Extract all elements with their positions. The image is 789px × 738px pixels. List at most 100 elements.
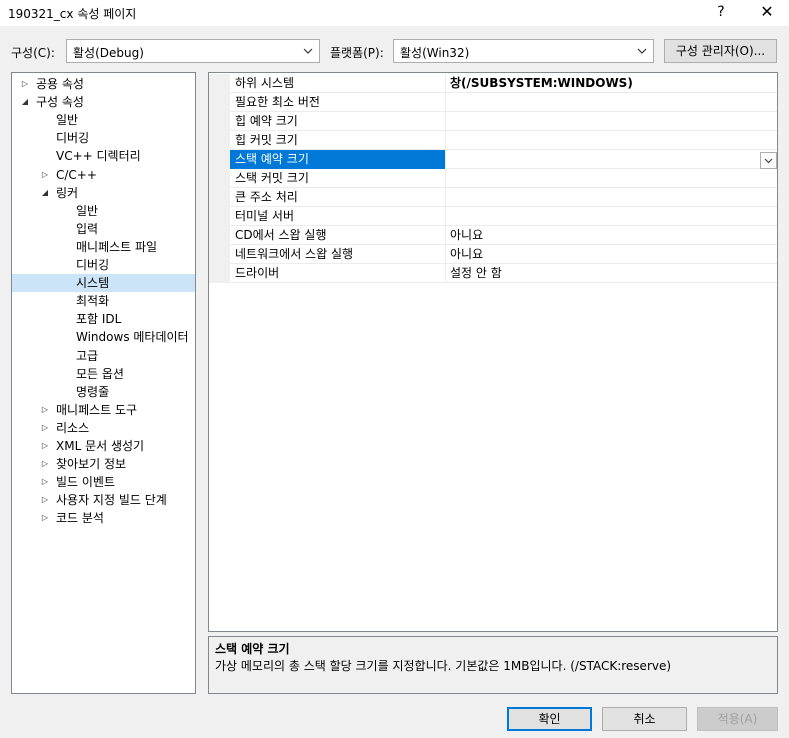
expand-arrow-icon[interactable]: ▷ <box>40 166 50 184</box>
property-value[interactable] <box>446 207 777 226</box>
row-gutter <box>209 93 230 112</box>
tree-item[interactable]: ◢ 구성 속성 <box>12 93 195 111</box>
tree-item[interactable]: Windows 메타데이터 <box>12 328 195 346</box>
tree-item[interactable]: ◢ 링커 <box>12 184 195 202</box>
chevron-down-icon <box>764 158 773 164</box>
property-value[interactable]: 아니요 <box>446 245 777 264</box>
property-name: 드라이버 <box>230 264 446 283</box>
tree-item-label: 명령줄 <box>76 384 110 399</box>
tree-item[interactable]: 포함 IDL <box>12 310 195 328</box>
category-tree[interactable]: ▷ 공용 속성 ◢ 구성 속성 일반 디버깅 VC++ 디렉터리 ▷ C/C++ ◢ 링커 일반 입력 매… <box>11 72 196 694</box>
expand-arrow-icon[interactable]: ▷ <box>40 437 50 455</box>
tree-item[interactable]: 일반 <box>12 202 195 220</box>
property-row[interactable]: 하위 시스템 창(/SUBSYSTEM:WINDOWS) <box>209 74 777 93</box>
expand-arrow-icon[interactable]: ▷ <box>40 509 50 527</box>
expand-arrow-icon[interactable]: ▷ <box>40 491 50 509</box>
config-label: 구성(C): <box>11 46 55 60</box>
help-button[interactable]: ? <box>706 0 736 26</box>
property-row[interactable]: 스택 예약 크기 <box>209 150 777 169</box>
tree-item-label: 고급 <box>76 348 99 363</box>
tree-item[interactable]: ▷ 코드 분석 <box>12 509 195 527</box>
close-button[interactable]: ✕ <box>750 0 784 26</box>
tree-item[interactable]: 시스템 <box>12 274 195 293</box>
property-value[interactable] <box>446 131 777 150</box>
row-gutter <box>209 245 230 264</box>
tree-item[interactable]: ▷ C/C++ <box>12 166 195 184</box>
chevron-down-icon <box>303 48 313 54</box>
platform-select[interactable]: 활성(Win32) <box>393 39 654 63</box>
expand-arrow-icon[interactable]: ▷ <box>40 401 50 419</box>
row-gutter <box>209 150 230 169</box>
tree-item[interactable]: 매니페스트 파일 <box>12 238 195 256</box>
config-select[interactable]: 활성(Debug) <box>66 39 320 63</box>
property-name: 스택 예약 크기 <box>230 150 446 169</box>
tree-item[interactable]: 입력 <box>12 220 195 238</box>
config-manager-button[interactable]: 구성 관리자(O)... <box>664 39 777 63</box>
chevron-down-icon <box>637 48 647 54</box>
tree-item[interactable]: 모든 옵션 <box>12 365 195 383</box>
ok-button[interactable]: 확인 <box>507 707 592 731</box>
tree-item[interactable]: ▷ 매니페스트 도구 <box>12 401 195 419</box>
expand-arrow-icon[interactable]: ▷ <box>40 473 50 491</box>
property-value[interactable] <box>446 150 777 169</box>
property-name: 필요한 최소 버전 <box>230 93 446 112</box>
property-value[interactable]: 설정 안 함 <box>446 264 777 283</box>
tree-item-label: 일반 <box>76 203 99 218</box>
property-row[interactable]: 네트워크에서 스왑 실행 아니요 <box>209 245 777 264</box>
property-grid[interactable]: 하위 시스템 창(/SUBSYSTEM:WINDOWS) 필요한 최소 버전 힙 예약… <box>208 72 778 632</box>
property-name: 스택 커밋 크기 <box>230 169 446 188</box>
tree-item[interactable]: ▷ 빌드 이벤트 <box>12 473 195 491</box>
property-value[interactable]: 아니요 <box>446 226 777 245</box>
expand-arrow-icon[interactable]: ▷ <box>40 455 50 473</box>
property-row[interactable]: 터미널 서버 <box>209 207 777 226</box>
tree-item[interactable]: 디버깅 <box>12 129 195 147</box>
apply-button[interactable]: 적용(A) <box>697 707 778 731</box>
cancel-button[interactable]: 취소 <box>602 707 687 731</box>
tree-item[interactable]: ▷ 공용 속성 <box>12 75 195 93</box>
tree-item[interactable]: 일반 <box>12 111 195 129</box>
tree-item[interactable]: ▷ 사용자 지정 빌드 단계 <box>12 491 195 509</box>
tree-item[interactable]: ▷ 리소스 <box>12 419 195 437</box>
property-name: 큰 주소 처리 <box>230 188 446 207</box>
property-value[interactable]: 창(/SUBSYSTEM:WINDOWS) <box>446 74 777 93</box>
tree-item-label: 찾아보기 정보 <box>56 457 127 472</box>
value-dropdown-button[interactable] <box>760 152 777 169</box>
tree-item[interactable]: 고급 <box>12 347 195 365</box>
expand-arrow-icon[interactable]: ▷ <box>20 75 30 93</box>
property-row[interactable]: 큰 주소 처리 <box>209 188 777 207</box>
property-row[interactable]: 힙 커밋 크기 <box>209 131 777 150</box>
tree-item-label: 시스템 <box>76 276 110 291</box>
property-value[interactable] <box>446 188 777 207</box>
row-gutter <box>209 74 230 93</box>
property-row[interactable]: 필요한 최소 버전 <box>209 93 777 112</box>
property-name: 힙 예약 크기 <box>230 112 446 131</box>
description-text: 가상 메모리의 총 스택 할당 크기를 지정합니다. 기본값은 1MB입니다. … <box>215 659 672 673</box>
row-gutter <box>209 207 230 226</box>
collapse-arrow-icon[interactable]: ◢ <box>40 184 50 202</box>
config-value: 활성(Debug) <box>73 46 144 60</box>
tree-item[interactable]: 최적화 <box>12 292 195 310</box>
tree-item[interactable]: 디버깅 <box>12 256 195 274</box>
tree-item[interactable]: VC++ 디렉터리 <box>12 147 195 165</box>
tree-item-label: 사용자 지정 빌드 단계 <box>56 493 167 508</box>
property-row[interactable]: 스택 커밋 크기 <box>209 169 777 188</box>
property-name: 네트워크에서 스왑 실행 <box>230 245 446 264</box>
tree-item-label: 공용 속성 <box>36 77 84 91</box>
property-value[interactable] <box>446 93 777 112</box>
tree-item[interactable]: ▷ 찾아보기 정보 <box>12 455 195 473</box>
property-name: 힙 커밋 크기 <box>230 131 446 150</box>
tree-item[interactable]: 명령줄 <box>12 383 195 401</box>
property-value[interactable] <box>446 169 777 188</box>
expand-arrow-icon[interactable]: ▷ <box>40 419 50 437</box>
property-value[interactable] <box>446 112 777 131</box>
row-gutter <box>209 112 230 131</box>
tree-item[interactable]: ▷ XML 문서 생성기 <box>12 437 195 455</box>
tree-item-label: 매니페스트 도구 <box>56 402 138 417</box>
collapse-arrow-icon[interactable]: ◢ <box>20 93 30 111</box>
property-row[interactable]: 힙 예약 크기 <box>209 112 777 131</box>
property-row[interactable]: CD에서 스왑 실행 아니요 <box>209 226 777 245</box>
row-gutter <box>209 131 230 150</box>
tree-item-label: 구성 속성 <box>36 95 84 110</box>
property-row[interactable]: 드라이버 설정 안 함 <box>209 264 777 283</box>
description-panel: 스택 예약 크기 가상 메모리의 총 스택 할당 크기를 지정합니다. 기본값은… <box>208 636 778 694</box>
